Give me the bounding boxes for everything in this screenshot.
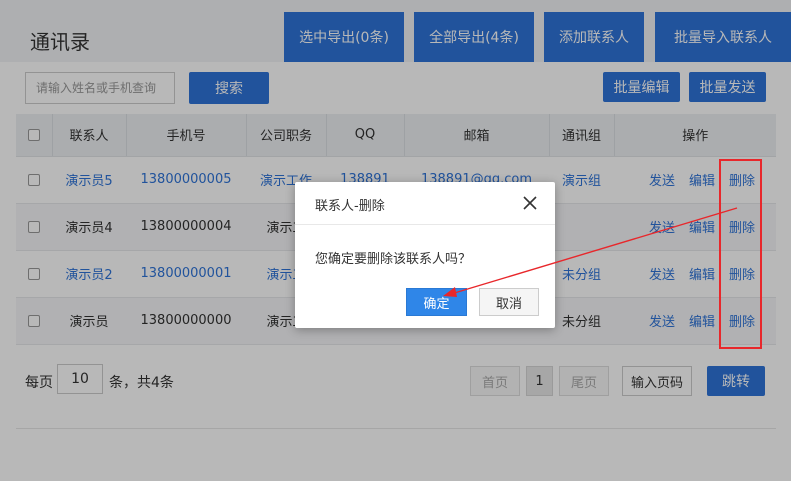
cancel-button[interactable]: 取消 [479,288,539,316]
dialog-message: 您确定要删除该联系人吗？ [315,252,472,267]
delete-dialog: 联系人-删除 您确定要删除该联系人吗？ 确定 取消 [295,182,555,328]
confirm-button[interactable]: 确定 [406,288,467,316]
dialog-title: 联系人-删除 [315,199,385,214]
annotation-highlight-box [719,159,762,349]
dialog-header: 联系人-删除 [295,182,555,225]
close-icon[interactable] [521,194,539,212]
